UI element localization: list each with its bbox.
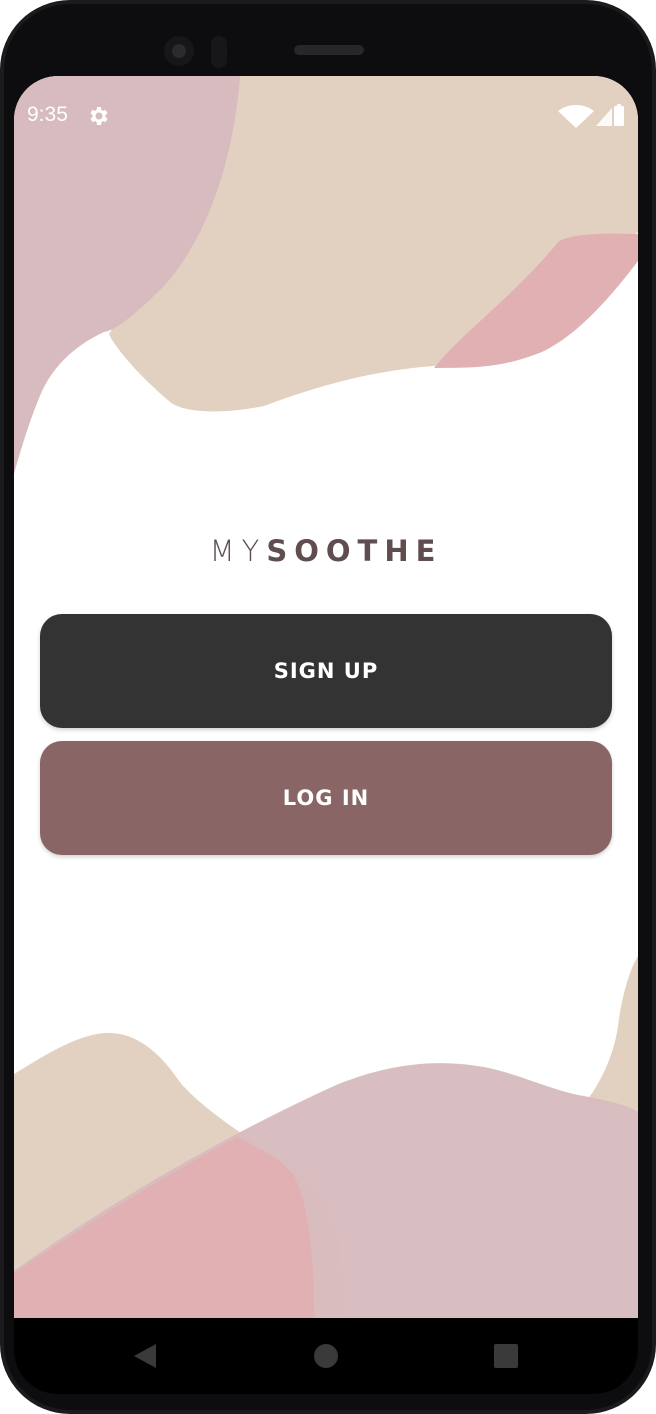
battery-icon	[614, 106, 624, 126]
wifi-icon	[558, 105, 594, 128]
logo-my: MY	[209, 534, 267, 568]
system-nav-bar	[14, 1318, 638, 1394]
back-triangle-icon[interactable]	[130, 1340, 162, 1372]
sign-up-button[interactable]: SIGN UP	[40, 614, 612, 728]
proximity-sensor	[211, 36, 227, 68]
phone-frame: 9:35 MYSOOTHE SIGN UP LOG IN	[0, 0, 656, 1414]
gear-icon	[90, 107, 108, 125]
earpiece-speaker	[294, 45, 364, 55]
bottom-right-beige-blob	[584, 956, 638, 1112]
logo-soothe: SOOTHE	[266, 534, 443, 568]
home-circle-icon[interactable]	[310, 1340, 342, 1372]
app-screen: 9:35 MYSOOTHE SIGN UP LOG IN	[14, 76, 638, 1318]
app-logo: MYSOOTHE	[14, 534, 638, 568]
status-bar: 9:35	[14, 76, 638, 156]
front-camera	[164, 36, 194, 66]
status-icons	[558, 104, 624, 128]
cellular-signal-icon	[596, 108, 612, 126]
log-in-button[interactable]: LOG IN	[40, 741, 612, 855]
status-time: 9:35	[27, 103, 68, 126]
recents-square-icon[interactable]	[490, 1340, 522, 1372]
